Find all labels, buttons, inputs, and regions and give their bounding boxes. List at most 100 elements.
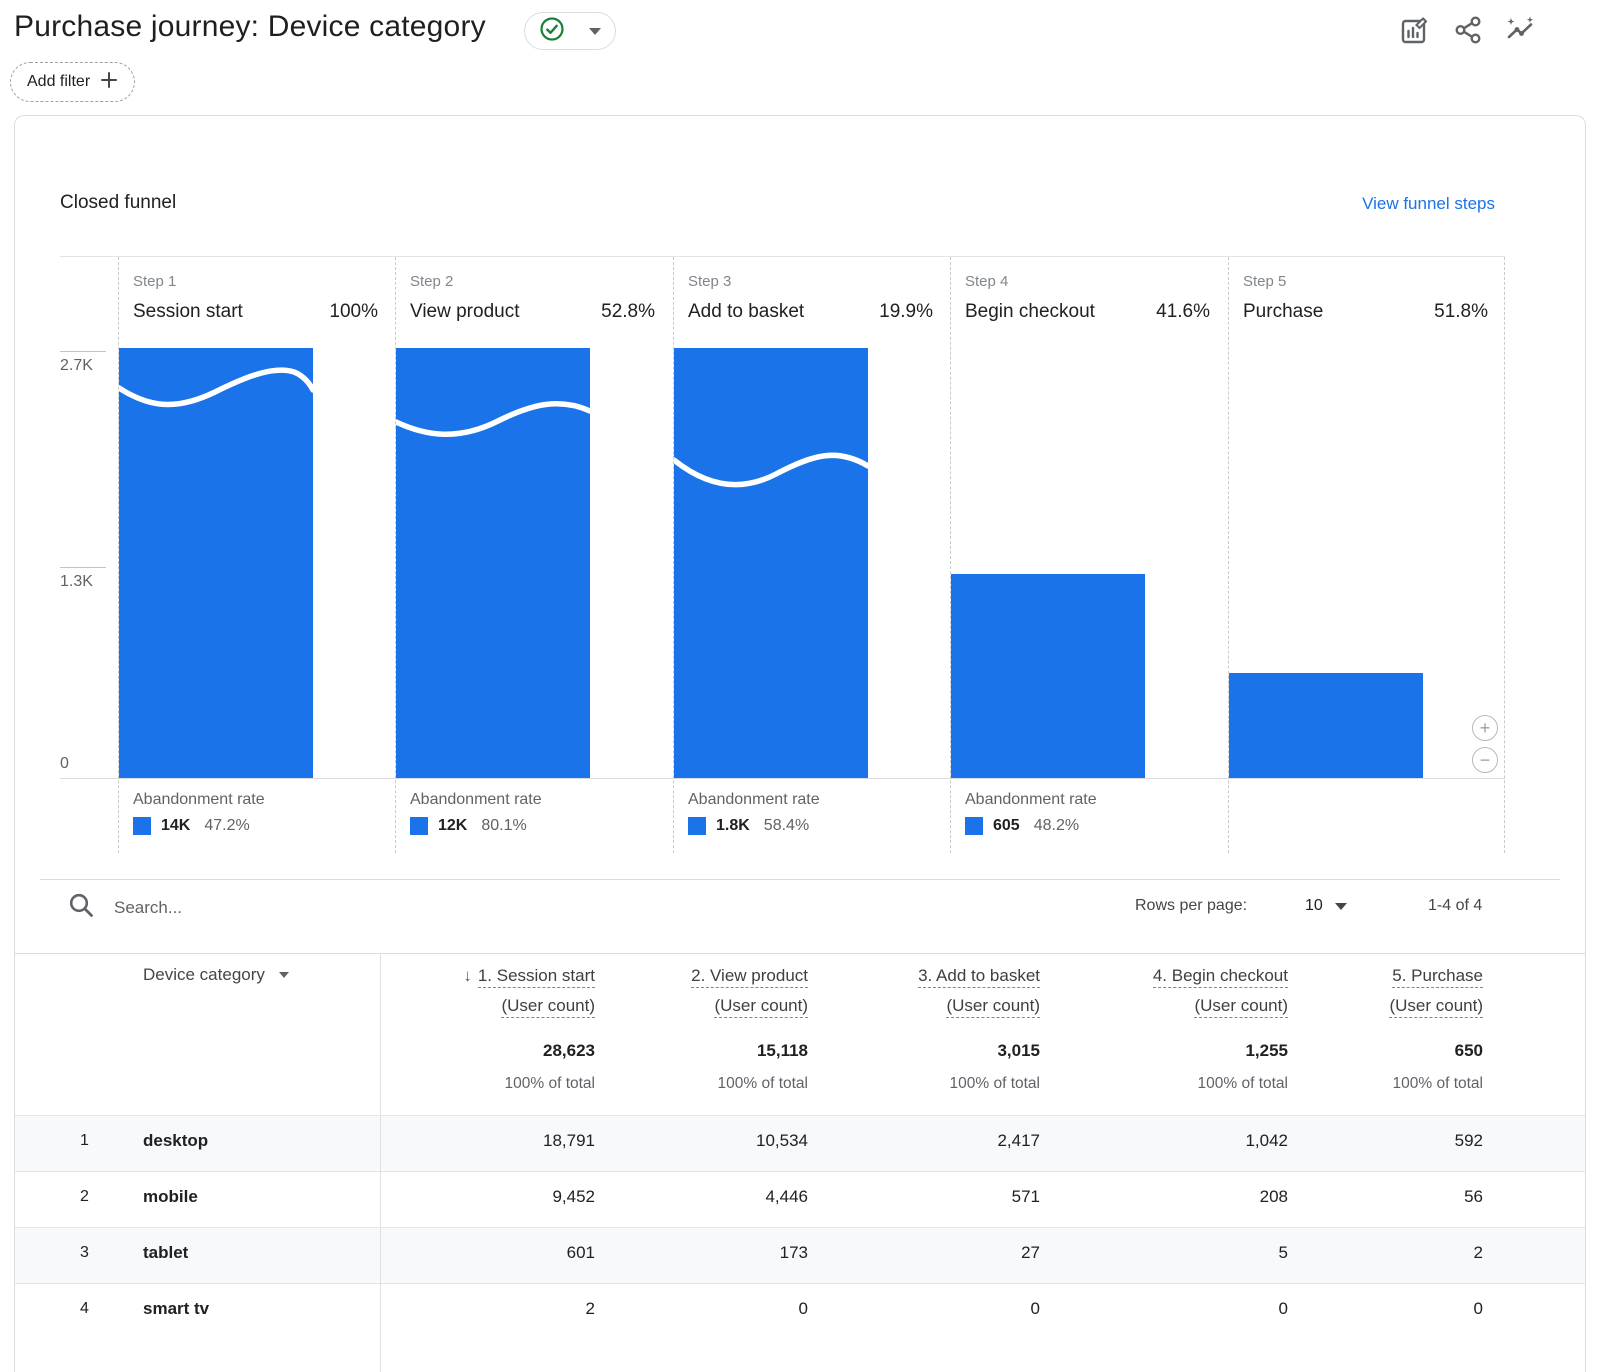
row-dimension: desktop [143,1131,208,1151]
dimension-column-header[interactable]: Device category [143,965,289,985]
pagination-range: 1-4 of 4 [1428,897,1482,915]
abandonment-count: 14K [161,817,190,835]
legend-swatch [688,817,706,835]
cell-value: 2 [355,1299,595,1319]
legend-swatch [410,817,428,835]
divider [40,879,1560,880]
column-total-share: 100% of total [355,1075,595,1093]
share-icon[interactable] [1452,14,1484,46]
column-header-purchase[interactable]: 5. Purchase (User count) [1243,961,1483,1021]
exploration-page: Purchase journey: Device category Add fi… [0,0,1600,1372]
column-subtitle: (User count) [1389,996,1483,1018]
abandonment-label: Abandonment rate [410,791,542,809]
abandonment-count: 605 [993,817,1020,835]
cell-value: 2,417 [800,1131,1040,1151]
edit-chart-icon[interactable] [1398,14,1430,46]
column-total-share: 100% of total [568,1075,808,1093]
add-filter-label: Add filter [27,73,90,91]
row-dimension: tablet [143,1243,188,1263]
table-column-divider [380,953,381,1372]
step-completion: 51.8% [1434,301,1488,323]
column-header-view-product[interactable]: 2. View product (User count) [568,961,808,1021]
funnel-chart: 2.7K 1.3K 0 Step 1 Session start 100% St… [60,256,1505,853]
cell-value: 9,452 [355,1187,595,1207]
dimension-header-label: Device category [143,965,265,985]
table-body: 1 desktop 18,791 10,534 2,417 1,042 592 … [15,1115,1585,1339]
column-title: 3. Add to basket [918,966,1040,988]
search-bar[interactable] [66,890,616,925]
abandonment-label: Abandonment rate [965,791,1097,809]
cell-value: 4,446 [568,1187,808,1207]
validation-badge[interactable] [524,12,616,50]
view-funnel-steps-link[interactable]: View funnel steps [1362,194,1495,214]
step-name: View product [410,301,520,323]
abandonment-stats: 14K 47.2% [133,817,250,835]
step-name: Session start [133,301,243,323]
step-completion: 100% [329,301,378,323]
column-subtitle: (User count) [946,996,1040,1018]
zero-axis-line [60,778,1505,779]
insights-icon[interactable] [1504,14,1536,46]
column-total: 28,623 [355,1041,595,1061]
zoom-out-button[interactable]: − [1472,747,1498,773]
column-total: 3,015 [800,1041,1040,1061]
sort-descending-icon: ↓ [463,966,472,985]
table-row-smart-tv[interactable]: 4 smart tv 2 0 0 0 0 [15,1283,1585,1339]
row-index: 1 [80,1132,89,1150]
cell-value: 27 [800,1243,1040,1263]
chevron-down-icon [279,972,289,978]
funnel-bar-add-to-basket[interactable] [674,348,868,778]
row-dimension: mobile [143,1187,198,1207]
cell-value: 0 [568,1299,808,1319]
row-dimension: smart tv [143,1299,209,1319]
column-title: 2. View product [691,966,808,988]
abandonment-rate: 48.2% [1034,817,1079,835]
abandonment-rate: 80.1% [481,817,526,835]
table-row-mobile[interactable]: 2 mobile 9,452 4,446 571 208 56 [15,1171,1585,1227]
funnel-bar-view-product[interactable] [396,348,590,778]
step-completion: 41.6% [1156,301,1210,323]
step-name: Begin checkout [965,301,1095,323]
page-title: Purchase journey: Device category [14,10,486,44]
step-name: Add to basket [688,301,804,323]
funnel-bar-begin-checkout[interactable] [951,574,1145,778]
abandonment-stats: 605 48.2% [965,817,1079,835]
y-tick [60,567,106,568]
column-total-share: 100% of total [800,1075,1040,1093]
cell-value: 2 [1243,1243,1483,1263]
column-header-add-to-basket[interactable]: 3. Add to basket (User count) [800,961,1040,1021]
search-input[interactable] [112,897,616,919]
table-header: Device category ↓1. Session start (User … [15,953,1585,1115]
chevron-down-icon [1335,903,1347,910]
column-divider [1504,257,1505,853]
table-row-desktop[interactable]: 1 desktop 18,791 10,534 2,417 1,042 592 [15,1115,1585,1171]
step-name: Purchase [1243,301,1323,323]
abandonment-stats: 1.8K 58.4% [688,817,809,835]
table-row-tablet[interactable]: 3 tablet 601 173 27 5 2 [15,1227,1585,1283]
row-index: 4 [80,1300,89,1318]
column-total: 15,118 [568,1041,808,1061]
cell-value: 56 [1243,1187,1483,1207]
rows-per-page-label: Rows per page: [1135,897,1247,915]
column-header-session-start[interactable]: ↓1. Session start (User count) [355,961,595,1021]
check-circle-icon [539,16,565,47]
row-index: 2 [80,1188,89,1206]
abandonment-count: 12K [438,817,467,835]
abandonment-stats: 12K 80.1% [410,817,527,835]
funnel-section-title: Closed funnel [60,192,176,214]
zoom-in-button[interactable]: + [1472,715,1498,741]
rows-per-page-select[interactable]: 10 [1305,897,1347,915]
cell-value: 0 [800,1299,1040,1319]
abandonment-rate: 47.2% [204,817,249,835]
cell-value: 10,534 [568,1131,808,1151]
abandonment-count: 1.8K [716,817,750,835]
cell-value: 18,791 [355,1131,595,1151]
column-total-share: 100% of total [1243,1075,1483,1093]
y-tick [60,351,106,352]
funnel-bar-purchase[interactable] [1229,673,1423,778]
legend-swatch [133,817,151,835]
step-number: Step 3 [688,273,731,290]
add-filter-button[interactable]: Add filter [10,62,135,102]
funnel-bar-session-start[interactable] [119,348,313,778]
trend-sparkline [119,348,313,428]
